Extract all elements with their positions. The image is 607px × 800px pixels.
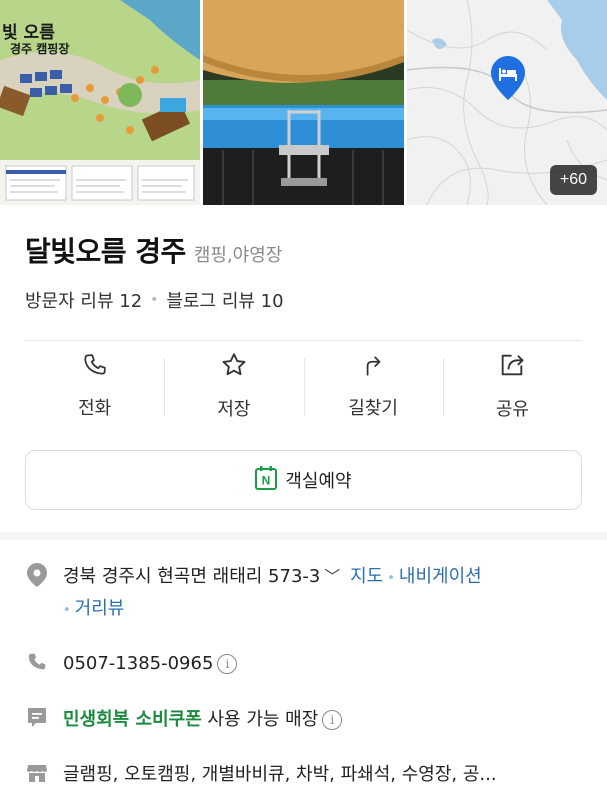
action-bar: 전화 저장 길찾기 공유 (25, 340, 582, 432)
star-icon (220, 351, 248, 383)
info-icon[interactable]: i (217, 654, 238, 674)
location-pin-icon (25, 563, 49, 587)
navigation-link[interactable]: 내비게이션 (399, 566, 482, 587)
facilities-row: 글램핑, 오토캠핑, 개별바비큐, 차박, 파쇄석, 수영장, 공... (25, 760, 585, 790)
phone-text-block: 0507-1385-0965 i (63, 649, 238, 679)
review-row: 방문자 리뷰 12 • 블로그 리뷰 10 (25, 287, 284, 313)
address-text-block: 경북 경주시 현곡면 래태리 573-3 ﹀ 지도 • 내비게이션 • 거리뷰 (63, 562, 482, 626)
map-pin-icon[interactable] (491, 56, 525, 100)
coupon-text: 사용 가능 매장 (207, 709, 319, 730)
place-category: 캠핑,야영장 (193, 245, 283, 266)
phone-icon (82, 352, 108, 382)
campsite-map-photo[interactable]: 빛 오름 경주 캠핑장 (0, 0, 200, 205)
save-label: 저장 (217, 399, 251, 420)
street-view-link[interactable]: 거리뷰 (75, 598, 125, 619)
naver-booking-icon: N (255, 466, 278, 494)
phone-row: 0507-1385-0965 i (25, 649, 585, 679)
section-divider (0, 532, 607, 540)
separator-dot: • (63, 603, 71, 618)
separator-dot: • (150, 292, 159, 308)
share-icon (498, 351, 526, 383)
call-label: 전화 (78, 398, 112, 419)
more-photos-badge[interactable]: +60 (549, 165, 597, 195)
illust-subtitle: 경주 캠핑장 (10, 42, 70, 56)
place-name: 달빛오름 경주 (25, 235, 186, 268)
facilities-text[interactable]: 글램핑, 오토캠핑, 개별바비큐, 차박, 파쇄석, 수영장, 공... (63, 764, 497, 785)
address-text: 경북 경주시 현곡면 래태리 573-3 (63, 566, 321, 587)
coupon-row: 민생회복 소비쿠폰 사용 가능 매장 i (25, 705, 585, 735)
coupon-icon (25, 706, 49, 730)
booking-label: 객실예약 (285, 471, 352, 492)
separator-dot: • (387, 571, 395, 586)
share-button[interactable]: 공유 (442, 340, 582, 432)
facilities-text-block: 글램핑, 오토캠핑, 개별바비큐, 차박, 파쇄석, 수영장, 공... (63, 760, 497, 790)
call-button[interactable]: 전화 (25, 340, 164, 432)
booking-badge: N (262, 474, 271, 488)
map-link[interactable]: 지도 (350, 566, 383, 587)
visitor-review-link[interactable]: 방문자 리뷰 12 (25, 287, 142, 313)
coupon-highlight[interactable]: 민생회복 소비쿠폰 (63, 709, 202, 730)
save-button[interactable]: 저장 (164, 340, 303, 432)
directions-button[interactable]: 길찾기 (303, 340, 443, 432)
chevron-down-icon[interactable]: ﹀ (324, 567, 340, 586)
store-icon (25, 761, 49, 785)
phone-number[interactable]: 0507-1385-0965 (63, 653, 213, 674)
coupon-text-block: 민생회복 소비쿠폰 사용 가능 매장 i (63, 705, 343, 735)
turn-arrow-icon (360, 352, 386, 382)
info-icon[interactable]: i (322, 710, 343, 730)
directions-label: 길찾기 (348, 398, 398, 419)
share-label: 공유 (495, 399, 529, 420)
room-booking-button[interactable]: N 객실예약 (25, 450, 582, 510)
address-row: 경북 경주시 현곡면 래태리 573-3 ﹀ 지도 • 내비게이션 • 거리뷰 (25, 562, 585, 626)
location-map-thumbnail[interactable]: +60 (407, 0, 607, 205)
photo-strip: 빛 오름 경주 캠핑장 +60 (0, 0, 607, 205)
blog-review-link[interactable]: 블로그 리뷰 10 (166, 287, 283, 313)
phone-icon (25, 650, 49, 674)
pool-photo[interactable] (203, 0, 404, 205)
place-title-row: 달빛오름 경주 캠핑,야영장 (25, 230, 282, 270)
